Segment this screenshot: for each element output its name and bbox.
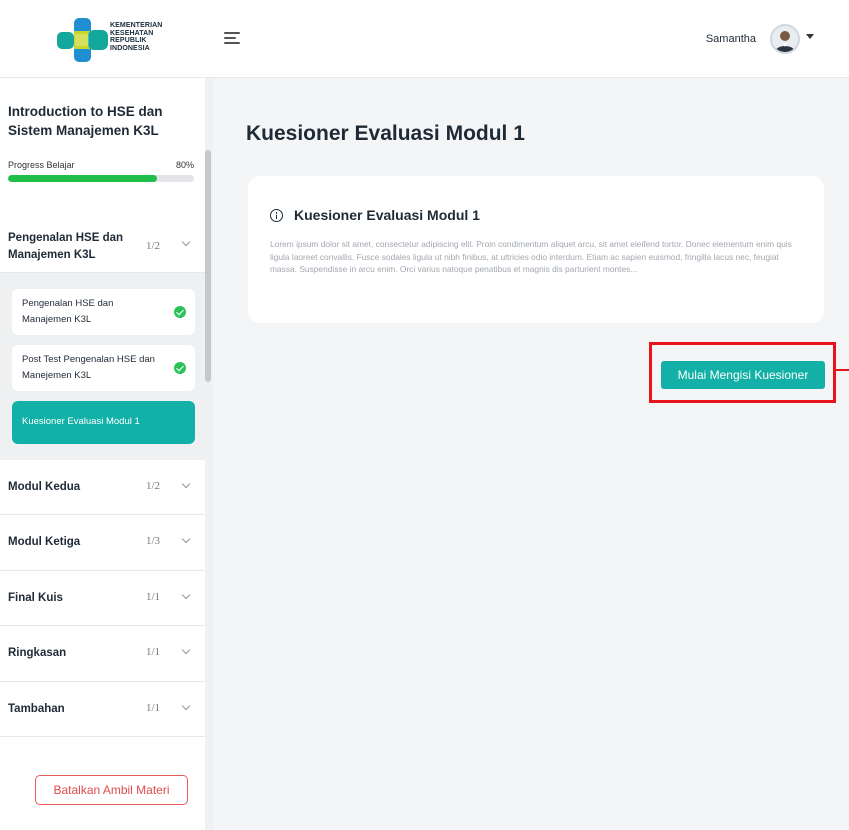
logo-text: KEMENTERIAN KESEHATAN REPUBLIK INDONESIA (110, 22, 162, 52)
check-icon (174, 306, 186, 318)
module-name: Ringkasan (8, 647, 67, 659)
page-title: Kuesioner Evaluasi Modul 1 (246, 122, 525, 145)
course-title: Introduction to HSE dan Sistem Manajemen… (8, 104, 163, 138)
logo-line: REPUBLIK (110, 37, 147, 44)
questionnaire-card: Kuesioner Evaluasi Modul 1 Lorem ipsum d… (248, 176, 824, 323)
sub-item-kuesioner[interactable]: Kuesioner Evaluasi Modul 1 (12, 401, 195, 444)
card-description: Lorem ipsum dolor sit amet, consectetur … (270, 239, 792, 274)
module-pengenalan[interactable]: Pengenalan HSE dan Manajemen K3L 1/2 (0, 206, 205, 273)
sub-item-label: Pengenalan HSE dan Manajemen K3L (22, 298, 114, 325)
user-name[interactable]: Samantha (706, 33, 756, 45)
sub-item-pengenalan[interactable]: Pengenalan HSE dan Manajemen K3L (12, 289, 195, 335)
top-header: KEMENTERIAN KESEHATAN REPUBLIK INDONESIA… (0, 0, 849, 78)
module-ketiga[interactable]: Modul Ketiga 1/3 (0, 515, 205, 571)
module-submenu: Pengenalan HSE dan Manajemen K3L Post Te… (0, 273, 205, 460)
sub-item-label: Post Test Pengenalan HSE dan Manejemen K… (22, 354, 155, 381)
user-avatar-icon (775, 31, 795, 52)
logo-line: KESEHATAN (110, 29, 154, 37)
hamburger-menu-icon[interactable] (224, 32, 240, 46)
progress-bar (8, 175, 194, 182)
start-questionnaire-button[interactable]: Mulai Mengisi Kuesioner (661, 361, 825, 389)
module-name: Modul Ketiga (8, 536, 81, 548)
cancel-course-button[interactable]: Batalkan Ambil Materi (35, 775, 188, 805)
module-count: 1/2 (146, 480, 161, 492)
info-icon (270, 209, 283, 222)
module-name: Final Kuis (8, 592, 63, 604)
sidebar-scrollbar-thumb[interactable] (205, 150, 211, 382)
kemenkes-logo-icon (57, 18, 108, 62)
chevron-down-icon[interactable] (181, 590, 191, 600)
module-count: 1/3 (146, 535, 161, 547)
module-tambahan[interactable]: Tambahan 1/1 (0, 682, 205, 737)
card-title: Kuesioner Evaluasi Modul 1 (294, 207, 480, 223)
course-sidebar: Introduction to HSE dan Sistem Manajemen… (0, 78, 213, 830)
module-ringkasan[interactable]: Ringkasan 1/1 (0, 626, 205, 682)
chevron-down-icon[interactable] (181, 645, 191, 655)
module-count: 1/1 (146, 702, 161, 714)
module-name: Tambahan (8, 703, 65, 715)
module-count: 1/1 (146, 646, 161, 658)
module-final-kuis[interactable]: Final Kuis 1/1 (0, 571, 205, 626)
user-dropdown-caret-icon[interactable] (806, 34, 814, 39)
module-kedua[interactable]: Modul Kedua 1/2 (0, 460, 205, 515)
sub-item-post-test[interactable]: Post Test Pengenalan HSE dan Manejemen K… (12, 345, 195, 391)
chevron-down-icon[interactable] (181, 237, 191, 247)
avatar[interactable] (770, 24, 800, 54)
highlight-annotation-line (836, 369, 849, 371)
sub-item-label: Kuesioner Evaluasi Modul 1 (22, 416, 140, 427)
progress-label: Progress Belajar (8, 160, 75, 170)
module-count: 1/1 (146, 591, 161, 603)
chevron-down-icon[interactable] (181, 701, 191, 711)
module-name: Modul Kedua (8, 481, 81, 493)
logo-line: KEMENTERIAN (110, 22, 163, 29)
progress-percent: 80% (176, 160, 195, 170)
chevron-down-icon[interactable] (181, 479, 191, 489)
check-icon (174, 362, 186, 374)
kemenkes-logo[interactable]: KEMENTERIAN KESEHATAN REPUBLIK INDONESIA (57, 18, 177, 62)
logo-line: INDONESIA (110, 44, 150, 52)
module-count: 1/2 (146, 240, 161, 252)
progress-bar-fill (8, 175, 157, 182)
module-name: Pengenalan HSE dan Manajemen K3L (8, 232, 124, 261)
chevron-down-icon[interactable] (181, 534, 191, 544)
